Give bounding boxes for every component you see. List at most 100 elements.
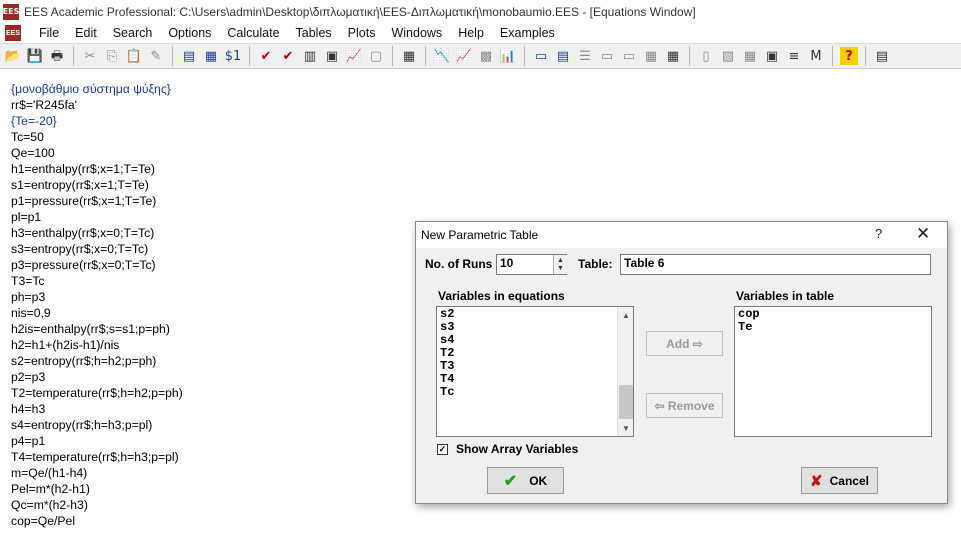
- equation-line[interactable]: s2=entropy(rr$;h=h2;p=ph): [11, 353, 183, 369]
- equation-variable-item[interactable]: s2: [437, 308, 633, 321]
- diagram2-icon[interactable]: ▧: [717, 45, 739, 67]
- document-icon[interactable]: EES: [5, 25, 21, 41]
- copy-icon[interactable]: ⎘: [101, 45, 123, 67]
- equations-editor[interactable]: {μονοβάθμιο σύστημα ψύξης} rr$='R245fa' {T…: [11, 81, 183, 529]
- diagram1-icon[interactable]: ▯: [695, 45, 717, 67]
- scroll-thumb[interactable]: [619, 385, 633, 419]
- window7-icon[interactable]: ▦: [662, 45, 684, 67]
- equation-variable-item[interactable]: T2: [437, 347, 633, 360]
- cut-icon[interactable]: ✂: [79, 45, 101, 67]
- equation-line[interactable]: p1=pressure(rr$;x=1;T=Te): [11, 193, 183, 209]
- equation-line[interactable]: p3=pressure(rr$;x=0;T=Tc): [11, 257, 183, 273]
- diagram5-icon[interactable]: ≡: [783, 45, 805, 67]
- menu-help[interactable]: Help: [450, 26, 492, 40]
- scroll-up-icon[interactable]: ▲: [618, 307, 634, 323]
- equation-line[interactable]: T2=temperature(rr$;h=h2;p=ph): [11, 385, 183, 401]
- new-plot-icon[interactable]: 📈: [343, 45, 365, 67]
- solver-icon[interactable]: ▦: [200, 45, 222, 67]
- menu-edit[interactable]: Edit: [67, 26, 105, 40]
- show-array-checkbox[interactable]: ✓: [437, 444, 448, 455]
- equation-comment[interactable]: {Te=-20}: [11, 113, 183, 129]
- equation-variable-item[interactable]: T4: [437, 373, 633, 386]
- table-variable-item[interactable]: cop: [735, 308, 931, 321]
- units-icon[interactable]: $1: [222, 45, 244, 67]
- check-icon[interactable]: ✔: [255, 45, 277, 67]
- add-button[interactable]: Add ⇨: [646, 331, 723, 356]
- equation-line[interactable]: T3=Tc: [11, 273, 183, 289]
- open-icon[interactable]: 📂: [2, 45, 24, 67]
- check-unit-icon[interactable]: ✎: [145, 45, 167, 67]
- window3-icon[interactable]: ☰: [574, 45, 596, 67]
- equation-line[interactable]: h3=enthalpy(rr$;x=0;T=Tc): [11, 225, 183, 241]
- equation-line[interactable]: h2is=enthalpy(rr$;s=s1;p=ph): [11, 321, 183, 337]
- equation-line[interactable]: Qc=m*(h2-h3): [11, 497, 183, 513]
- equation-line[interactable]: T4=temperature(rr$;h=h3;p=pl): [11, 449, 183, 465]
- info-icon[interactable]: ▤: [178, 45, 200, 67]
- equation-line[interactable]: ph=p3: [11, 289, 183, 305]
- window2-icon[interactable]: ▤: [552, 45, 574, 67]
- table-run-icon[interactable]: ▥: [299, 45, 321, 67]
- vars-in-table-list[interactable]: cop Te: [734, 306, 932, 437]
- runs-spinner[interactable]: ▲ ▼: [553, 255, 567, 274]
- paste-icon[interactable]: 📋: [123, 45, 145, 67]
- diagram3-icon[interactable]: ▦: [739, 45, 761, 67]
- calculator-icon[interactable]: ▤: [871, 45, 893, 67]
- plot1-icon[interactable]: 📉: [431, 45, 453, 67]
- equation-line[interactable]: pl=p1: [11, 209, 183, 225]
- help-icon[interactable]: ?: [840, 47, 858, 65]
- menu-windows[interactable]: Windows: [383, 26, 450, 40]
- ok-button[interactable]: ✔ OK: [487, 467, 564, 494]
- table-name-input[interactable]: Table 6: [620, 254, 931, 275]
- equation-comment[interactable]: {μονοβάθμιο σύστημα ψύξης}: [11, 81, 183, 97]
- equation-line[interactable]: s3=entropy(rr$;x=0;T=Tc): [11, 241, 183, 257]
- close-icon[interactable]: ✕: [916, 224, 930, 244]
- equation-variable-item[interactable]: Tc: [437, 386, 633, 399]
- scroll-down-icon[interactable]: ▼: [618, 420, 634, 436]
- equation-line[interactable]: h1=enthalpy(rr$;x=1;T=Te): [11, 161, 183, 177]
- equation-line[interactable]: m=Qe/(h1-h4): [11, 465, 183, 481]
- equation-line[interactable]: p2=p3: [11, 369, 183, 385]
- parametric-table-icon[interactable]: ▦: [398, 45, 420, 67]
- equation-line[interactable]: s4=entropy(rr$;h=h3;p=pl): [11, 417, 183, 433]
- menu-file[interactable]: File: [31, 26, 67, 40]
- equation-variable-item[interactable]: s3: [437, 321, 633, 334]
- menu-plots[interactable]: Plots: [340, 26, 384, 40]
- menu-calculate[interactable]: Calculate: [219, 26, 287, 40]
- spin-down-icon[interactable]: ▼: [557, 265, 564, 273]
- window6-icon[interactable]: ▦: [640, 45, 662, 67]
- menu-search[interactable]: Search: [105, 26, 161, 40]
- equation-variable-item[interactable]: s4: [437, 334, 633, 347]
- menu-examples[interactable]: Examples: [492, 26, 563, 40]
- plot4-icon[interactable]: 📊: [497, 45, 519, 67]
- equation-line[interactable]: cop=Qe/Pel: [11, 513, 183, 529]
- table-variable-item[interactable]: Te: [735, 321, 931, 334]
- equation-line[interactable]: Pel=m*(h2-h1): [11, 481, 183, 497]
- cancel-button[interactable]: ✘ Cancel: [801, 467, 878, 494]
- equation-line[interactable]: h4=h3: [11, 401, 183, 417]
- equation-line[interactable]: h2=h1+(h2is-h1)/nis: [11, 337, 183, 353]
- window4-icon[interactable]: ▭: [596, 45, 618, 67]
- window1-icon[interactable]: ▭: [530, 45, 552, 67]
- diagram4-icon[interactable]: ▣: [761, 45, 783, 67]
- print-icon[interactable]: 🖶: [46, 45, 68, 67]
- vars-in-equations-list[interactable]: s2 s3 s4 T2 T3 T4 Tc ▲ ▼: [436, 306, 634, 437]
- equation-line[interactable]: p4=p1: [11, 433, 183, 449]
- equation-line[interactable]: rr$='R245fa': [11, 97, 183, 113]
- plot2-icon[interactable]: 📈: [453, 45, 475, 67]
- equation-line[interactable]: nis=0,9: [11, 305, 183, 321]
- remove-button[interactable]: ⇦ Remove: [646, 393, 723, 418]
- equation-variable-item[interactable]: T3: [437, 360, 633, 373]
- array-icon[interactable]: ▣: [321, 45, 343, 67]
- save-icon[interactable]: 💾: [24, 45, 46, 67]
- menu-options[interactable]: Options: [160, 26, 219, 40]
- plot3-icon[interactable]: ▩: [475, 45, 497, 67]
- menu-tables[interactable]: Tables: [288, 26, 340, 40]
- spin-up-icon[interactable]: ▲: [557, 257, 564, 265]
- equation-line[interactable]: Tc=50: [11, 129, 183, 145]
- macro-icon[interactable]: M: [805, 45, 827, 67]
- help-icon[interactable]: ?: [875, 226, 882, 241]
- equation-line[interactable]: Qe=100: [11, 145, 183, 161]
- window5-icon[interactable]: ▭: [618, 45, 640, 67]
- solve-icon[interactable]: ✔: [277, 45, 299, 67]
- list-scrollbar[interactable]: ▲ ▼: [617, 307, 633, 436]
